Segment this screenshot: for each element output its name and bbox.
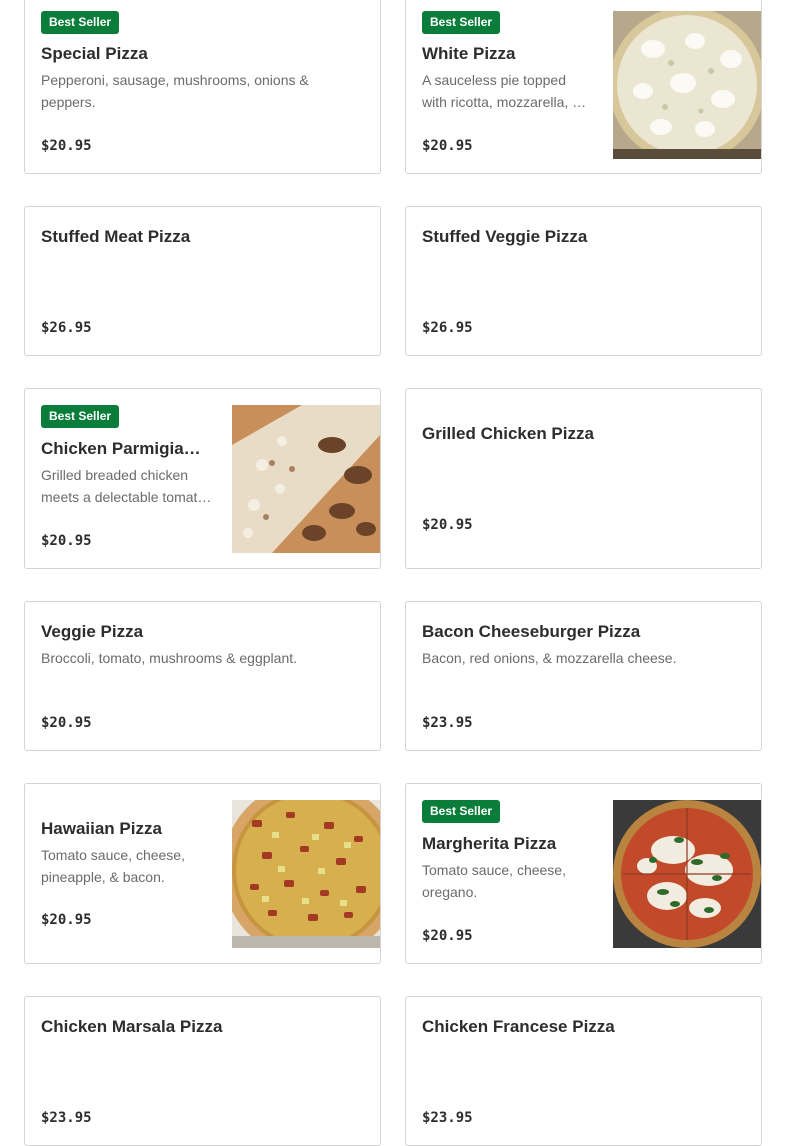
item-name: Veggie Pizza	[41, 622, 144, 641]
item-price: $20.95	[422, 517, 473, 533]
hawaiian-pizza-image	[232, 800, 380, 948]
item-price: $26.95	[41, 320, 92, 336]
item-name: Hawaiian Pizza	[41, 819, 162, 838]
item-price: $20.95	[422, 928, 473, 944]
item-price: $26.95	[422, 320, 473, 336]
menu-item-card[interactable]: Stuffed Veggie Pizza $26.95	[405, 206, 762, 356]
menu-item-card[interactable]: Hawaiian Pizza Tomato sauce, cheese, pin…	[24, 783, 381, 964]
item-description: Tomato sauce, cheese, pineapple, & bacon…	[41, 847, 185, 885]
item-name: Chicken Parmigiana…	[41, 439, 211, 458]
best-seller-badge: Best Seller	[422, 800, 501, 823]
item-name: Grilled Chicken Pizza	[422, 424, 594, 443]
item-name: Stuffed Veggie Pizza	[422, 227, 588, 246]
item-price: $20.95	[41, 138, 92, 154]
menu-item-card[interactable]: Grilled Chicken Pizza $20.95	[405, 388, 762, 569]
best-seller-badge: Best Seller	[41, 11, 120, 34]
item-price: $23.95	[41, 1110, 92, 1126]
menu-item-card[interactable]: Bacon Cheeseburger Pizza Bacon, red onio…	[405, 601, 762, 751]
item-name: Chicken Marsala Pizza	[41, 1017, 223, 1036]
menu-item-card[interactable]: Best Seller Margherita Pizza Tomato sauc…	[405, 783, 762, 964]
item-price: $23.95	[422, 1110, 473, 1126]
item-description: Bacon, red onions, & mozzarella cheese.	[422, 650, 677, 666]
menu-item-card[interactable]: Best Seller White Pizza A sauceless pie …	[405, 0, 762, 174]
item-price: $20.95	[422, 138, 473, 154]
item-price: $23.95	[422, 715, 473, 731]
item-description: A sauceless pie topped with ricotta, moz…	[422, 72, 587, 110]
item-description: Broccoli, tomato, mushrooms & eggplant.	[41, 650, 298, 666]
item-name: Margherita Pizza	[422, 834, 557, 853]
item-description: Tomato sauce, cheese, oregano.	[422, 862, 566, 900]
menu-item-card[interactable]: Chicken Francese Pizza $23.95	[405, 996, 762, 1146]
menu-item-card[interactable]: Best Seller Chicken Parmigiana… Grilled …	[24, 388, 381, 569]
menu-item-card[interactable]: Stuffed Meat Pizza $26.95	[24, 206, 381, 356]
item-description: Pepperoni, sausage, mushrooms, onions & …	[41, 72, 309, 110]
margherita-pizza-image	[613, 800, 761, 948]
menu-item-card[interactable]: Chicken Marsala Pizza $23.95	[24, 996, 381, 1146]
item-price: $20.95	[41, 912, 92, 928]
item-name: Special Pizza	[41, 44, 148, 63]
best-seller-badge: Best Seller	[422, 11, 501, 34]
item-name: Bacon Cheeseburger Pizza	[422, 622, 641, 641]
item-description: Grilled breaded chicken meets a delectab…	[41, 467, 212, 505]
item-name: Chicken Francese Pizza	[422, 1017, 615, 1036]
item-price: $20.95	[41, 533, 92, 549]
white-pizza-image	[613, 11, 761, 159]
best-seller-badge: Best Seller	[41, 405, 120, 428]
item-price: $20.95	[41, 715, 92, 731]
item-name: White Pizza	[422, 44, 516, 63]
chicken-parmigiana-pizza-image	[232, 405, 380, 553]
menu-item-card[interactable]: Best Seller Special Pizza Pepperoni, sau…	[24, 0, 381, 174]
menu-item-card[interactable]: Veggie Pizza Broccoli, tomato, mushrooms…	[24, 601, 381, 751]
item-name: Stuffed Meat Pizza	[41, 227, 191, 246]
